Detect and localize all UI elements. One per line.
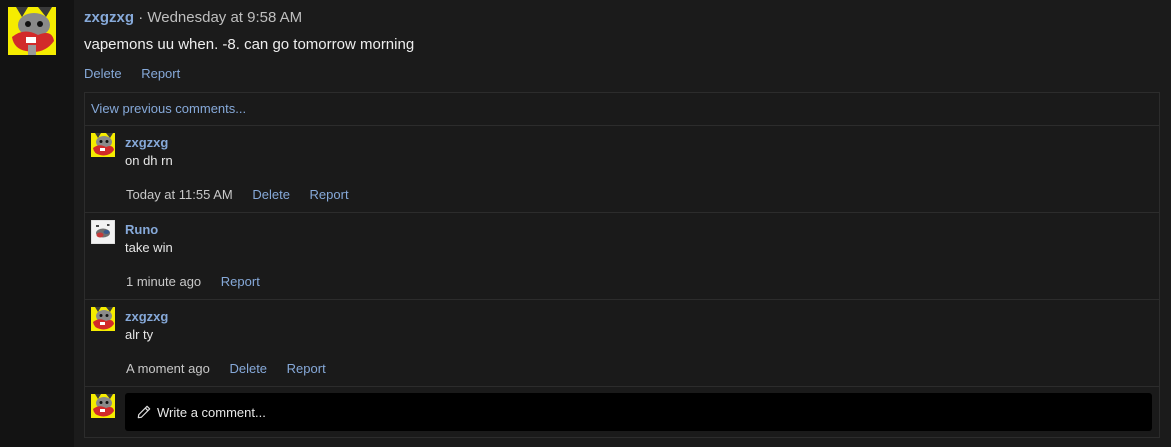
comment-delete-link[interactable]: Delete xyxy=(229,361,267,376)
user-avatar-icon[interactable] xyxy=(91,307,115,331)
comment-report-link[interactable]: Report xyxy=(221,274,260,289)
comment-text: take win xyxy=(125,240,173,255)
post-report-link[interactable]: Report xyxy=(141,66,180,81)
comment-timestamp[interactable]: A moment ago xyxy=(126,361,210,376)
write-comment-input[interactable]: Write a comment... xyxy=(125,393,1152,431)
comment-timestamp[interactable]: Today at 11:55 AM xyxy=(126,187,233,202)
comment-report-link[interactable]: Report xyxy=(287,361,326,376)
comment-author-link[interactable]: Runo xyxy=(125,222,158,237)
comment-item: zxgzxg alr ty A moment ago Delete Report xyxy=(85,300,1159,387)
user-avatar-icon[interactable] xyxy=(91,133,115,157)
comment-timestamp[interactable]: 1 minute ago xyxy=(126,274,201,289)
comment-author-link[interactable]: zxgzxg xyxy=(125,309,168,324)
comment-report-link[interactable]: Report xyxy=(310,187,349,202)
runo-avatar-icon[interactable] xyxy=(91,220,115,244)
comment-footer: 1 minute ago Report xyxy=(126,274,276,290)
comment-text: on dh rn xyxy=(125,153,173,168)
post-author-link[interactable]: zxgzxg xyxy=(84,9,134,26)
header-separator: · xyxy=(138,9,144,26)
write-comment-placeholder: Write a comment... xyxy=(157,404,266,420)
post-timestamp[interactable]: Wednesday at 9:58 AM xyxy=(147,9,302,26)
post-delete-link[interactable]: Delete xyxy=(84,66,122,81)
post-header: zxgzxg · Wednesday at 9:58 AM xyxy=(84,9,302,27)
message-post: zxgzxg · Wednesday at 9:58 AM vapemons u… xyxy=(0,0,1171,447)
comment-delete-link[interactable]: Delete xyxy=(252,187,290,202)
pencil-icon xyxy=(137,405,151,419)
view-previous-comments-link[interactable]: View previous comments... xyxy=(85,93,1159,126)
post-body: vapemons uu when. -8. can go tomorrow mo… xyxy=(84,36,415,53)
comment-author-link[interactable]: zxgzxg xyxy=(125,135,168,150)
user-avatar-icon[interactable] xyxy=(8,7,56,55)
comment-item: Runo take win 1 minute ago Report xyxy=(85,213,1159,300)
post-actions: Delete Report xyxy=(84,66,196,82)
user-avatar-icon xyxy=(91,394,115,418)
comment-item: zxgzxg on dh rn Today at 11:55 AM Delete… xyxy=(85,126,1159,213)
comment-footer: Today at 11:55 AM Delete Report xyxy=(126,187,365,203)
comments-section: View previous comments... zxgzxg on dh r… xyxy=(84,92,1160,438)
comment-text: alr ty xyxy=(125,327,154,342)
comment-footer: A moment ago Delete Report xyxy=(126,361,342,377)
write-comment-row: Write a comment... xyxy=(85,387,1159,440)
